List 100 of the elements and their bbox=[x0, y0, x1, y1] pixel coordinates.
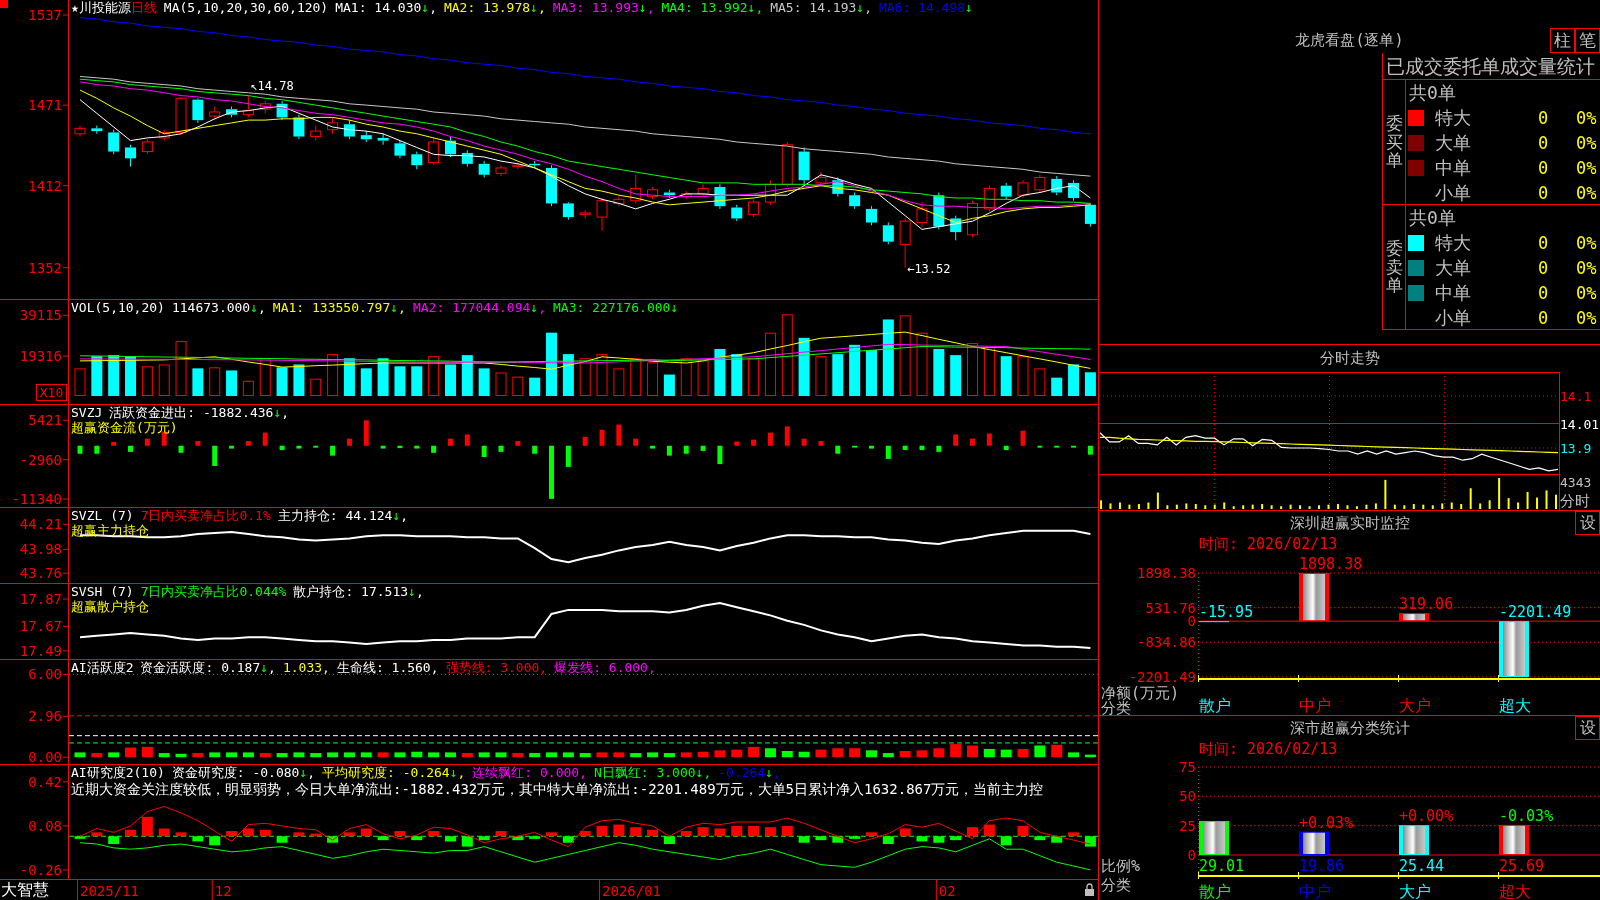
axis-label: 6.00 bbox=[28, 666, 62, 683]
date-label: 2025/11 bbox=[80, 883, 139, 899]
order-total: 共0单 bbox=[1408, 81, 1457, 105]
legend-entry: MA5: 14.193↓, bbox=[770, 0, 872, 15]
legend-entry: 1.033, bbox=[282, 660, 330, 675]
legend-entry: MA2: 177044.094↓, bbox=[412, 300, 546, 315]
panel-title: 深圳超赢实时监控 bbox=[1289, 513, 1410, 533]
legend-entry: 连续飘红: 0.000, bbox=[472, 765, 587, 780]
order-count: 0 bbox=[1537, 182, 1550, 203]
legend-entry: N日飘红: 3.000↓, bbox=[594, 765, 712, 780]
order-size-label: 大单 bbox=[1434, 255, 1472, 280]
timestamp: 时间: 2026/02/13 bbox=[1198, 535, 1339, 553]
value-label: -15.95 bbox=[1199, 603, 1254, 622]
legend-entry: MA3: 13.993↓, bbox=[552, 0, 655, 15]
value-label: -2201.49 bbox=[1499, 603, 1572, 622]
order-total: 共0单 bbox=[1408, 206, 1457, 230]
order-share: 0% bbox=[1576, 132, 1598, 153]
timestamp: 时间: 2026/02/13 bbox=[1198, 740, 1339, 758]
axis-label: 1537 bbox=[28, 7, 62, 23]
axis-label: 1898.38 bbox=[1137, 565, 1196, 581]
order-size-label: 特大 bbox=[1434, 105, 1472, 130]
change-label: -0.03% bbox=[1499, 806, 1554, 825]
order-share: 0% bbox=[1576, 307, 1598, 328]
axis-title: 分时 bbox=[1560, 492, 1590, 510]
axis-label: 43.98 bbox=[19, 541, 62, 558]
legend-entry: -0.264↓, bbox=[718, 765, 781, 780]
legend-entry: SVSH (7) bbox=[71, 584, 134, 599]
axis-label: 50 bbox=[1179, 788, 1196, 805]
axis-label: -834.86 bbox=[1137, 634, 1196, 651]
axis-title: 分类 bbox=[1101, 876, 1131, 894]
axis-label: 14.1 bbox=[1560, 388, 1592, 404]
multiplier-label: X10 bbox=[36, 384, 67, 401]
order-count: 0 bbox=[1537, 132, 1550, 153]
indicator-caption: 超赢资金流(万元) bbox=[71, 420, 178, 435]
axis-label: 19316 bbox=[19, 348, 62, 365]
value-label: 19.86 bbox=[1299, 857, 1345, 875]
category-label: 超大 bbox=[1499, 696, 1531, 715]
axis-label: 25 bbox=[1179, 817, 1196, 834]
legend-entry: MA3: 227176.000↓ bbox=[553, 300, 679, 315]
axis-label: -0.26 bbox=[19, 861, 62, 878]
order-size-label: 中单 bbox=[1434, 155, 1472, 180]
axis-label: 1412 bbox=[28, 177, 62, 194]
stock-name: ★川投能源 bbox=[71, 0, 131, 15]
value-label: 25.44 bbox=[1399, 857, 1445, 875]
legend-entry: SVZJ bbox=[71, 405, 103, 420]
group-label: 委卖单 bbox=[1385, 238, 1403, 296]
axis-label: 44.21 bbox=[19, 516, 62, 533]
axis-label: 17.49 bbox=[19, 642, 62, 659]
category-label: 散户 bbox=[1199, 696, 1231, 715]
order-size-label: 中单 bbox=[1434, 280, 1472, 305]
legend-entry: MA1: 14.030↓, bbox=[335, 0, 437, 15]
axis-title: 比例% bbox=[1101, 857, 1141, 875]
legend-entry: 活跃资金进出: -1882.436↓, bbox=[109, 405, 290, 420]
legend-entry: 主力持仓: 44.124↓, bbox=[277, 508, 409, 523]
legend-entry: 114673.000↓, bbox=[171, 300, 266, 315]
price-annotation: ←13.52 bbox=[907, 261, 951, 276]
legend-entry: 7日内买卖净占比0.044% bbox=[140, 584, 287, 599]
order-count: 0 bbox=[1537, 157, 1550, 178]
panel-title: 龙虎看盘(逐单) bbox=[1295, 30, 1404, 51]
axis-label: -11340 bbox=[11, 491, 62, 507]
axis-label: 43.76 bbox=[19, 565, 62, 582]
axis-label: 39115 bbox=[19, 307, 62, 324]
category-label: 中户 bbox=[1299, 882, 1331, 900]
change-label: +0.03% bbox=[1299, 813, 1354, 832]
date-label: 02 bbox=[938, 883, 956, 899]
axis-label: 5421 bbox=[28, 412, 62, 429]
legend-entry: MA(5,10,20,30,60,120) bbox=[163, 0, 329, 15]
axis-label: 17.67 bbox=[19, 618, 62, 635]
category-label: 大户 bbox=[1399, 696, 1431, 715]
legend-entry: MA6: 14.498↓ bbox=[878, 0, 973, 15]
value-label: 29.01 bbox=[1199, 857, 1245, 875]
legend-entry: MA2: 13.978↓, bbox=[443, 0, 546, 15]
axis-label: 75 bbox=[1179, 759, 1196, 775]
legend-entry: 资金活跃度: 0.187↓, bbox=[140, 660, 276, 675]
change-label: +0.00% bbox=[1399, 807, 1454, 826]
max-volume-label: 4343 bbox=[1560, 475, 1592, 490]
axis-label: 0.00 bbox=[28, 749, 62, 764]
order-size-label: 小单 bbox=[1434, 305, 1472, 330]
axis-label: 0 bbox=[1187, 613, 1196, 630]
axis-label: 0.08 bbox=[28, 817, 62, 834]
commentary-text: 近期大资金关注度较低，明显弱势，今日大单净流出:-1882.432万元，其中特大单净流出:-2201.489万元，大单5日累计净入1632.867万元，当前主力控 bbox=[71, 780, 1044, 799]
order-share: 0% bbox=[1576, 107, 1598, 128]
order-size-label: 小单 bbox=[1434, 180, 1472, 205]
axis-label: 1352 bbox=[28, 259, 62, 276]
value-label: 25.69 bbox=[1499, 857, 1545, 875]
order-size-label: 特大 bbox=[1434, 230, 1472, 255]
axis-label: 17.87 bbox=[19, 591, 62, 607]
order-count: 0 bbox=[1537, 282, 1550, 303]
category-label: 散户 bbox=[1199, 882, 1231, 900]
table-title: 已成交委托单成交量统计 bbox=[1383, 53, 1600, 80]
axis-label: 531.76 bbox=[1145, 599, 1196, 616]
legend-entry: 散户持仓: 17.513↓, bbox=[293, 584, 424, 599]
order-count: 0 bbox=[1537, 232, 1550, 253]
price-annotation: ↖14.78 bbox=[250, 78, 294, 93]
date-label: 12 bbox=[214, 883, 232, 899]
order-share: 0% bbox=[1576, 157, 1598, 178]
order-share: 0% bbox=[1576, 282, 1598, 303]
order-count: 0 bbox=[1537, 307, 1550, 328]
axis-label: -2960 bbox=[19, 451, 62, 468]
brand-name: 大智慧 bbox=[0, 880, 50, 900]
